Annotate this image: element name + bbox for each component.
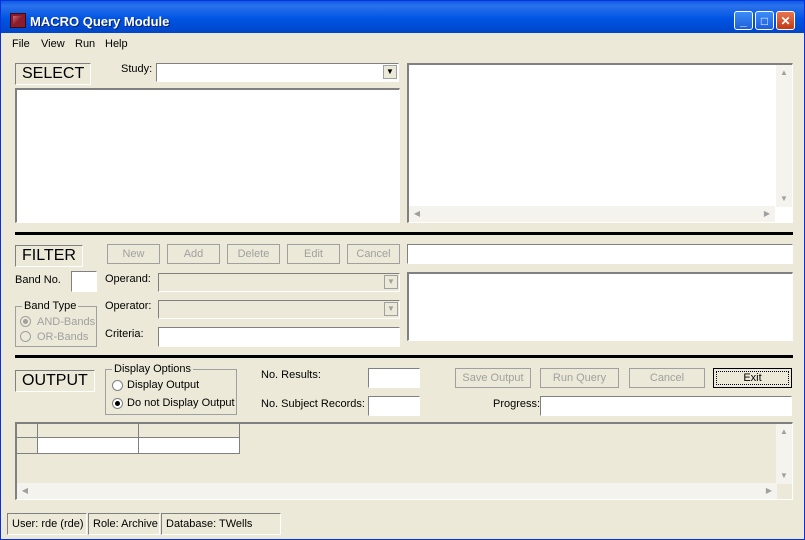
app-icon	[10, 13, 26, 28]
select-filter-divider	[15, 232, 793, 235]
maximize-icon: □	[760, 14, 769, 28]
minimize-button[interactable]: _	[734, 11, 753, 30]
no-subject-records-label: No. Subject Records:	[261, 398, 365, 410]
scroll-down-icon[interactable]: ▼	[776, 468, 792, 484]
output-section-label: OUTPUT	[15, 370, 95, 392]
criteria-label: Criteria:	[105, 328, 144, 340]
delete-band-button[interactable]: Delete	[227, 244, 280, 264]
cancel-band-button[interactable]: Cancel	[347, 244, 400, 264]
exit-button[interactable]: Exit	[713, 368, 792, 388]
operator-label: Operator:	[105, 300, 152, 312]
status-user: User: rde (rde)	[7, 513, 87, 535]
grid-horizontal-scrollbar[interactable]: ◀ ▶	[17, 483, 777, 499]
scroll-up-icon[interactable]: ▲	[776, 65, 792, 81]
operator-combo[interactable]: ▼	[158, 300, 400, 319]
menu-bar: File View Run Help	[1, 34, 804, 53]
progress-label: Progress:	[493, 398, 541, 410]
operand-label: Operand:	[105, 273, 151, 285]
menu-run[interactable]: Run	[75, 38, 95, 50]
close-button[interactable]: ✕	[776, 11, 795, 30]
chevron-down-icon[interactable]: ▼	[383, 65, 397, 79]
status-role: Role: Archive	[88, 513, 160, 535]
grid-header-cell[interactable]	[38, 424, 139, 438]
no-subject-records-field[interactable]	[368, 396, 420, 416]
display-options-title: Display Options	[112, 363, 194, 375]
study-items-list[interactable]	[15, 88, 400, 223]
grid-row-header[interactable]	[17, 438, 38, 454]
status-database: Database: TWells	[161, 513, 281, 535]
output-results-grid[interactable]: ▲ ▼ ◀ ▶	[15, 422, 793, 500]
filter-summary-field[interactable]	[407, 244, 793, 264]
scroll-down-icon[interactable]: ▼	[776, 191, 792, 207]
display-output-radio[interactable]	[112, 380, 123, 391]
criteria-input[interactable]	[158, 327, 400, 347]
maximize-button[interactable]: □	[755, 11, 774, 30]
add-band-button[interactable]: Add	[167, 244, 220, 264]
no-results-field[interactable]	[368, 368, 420, 388]
and-bands-radio[interactable]	[20, 316, 31, 327]
chevron-down-icon[interactable]: ▼	[384, 302, 398, 316]
display-output-label: Display Output	[127, 379, 200, 391]
or-bands-label: OR-Bands	[37, 331, 89, 343]
filter-output-divider	[15, 355, 793, 358]
band-no-input[interactable]	[71, 271, 97, 292]
select-section-label: SELECT	[15, 63, 92, 85]
vertical-scrollbar[interactable]: ▲ ▼	[776, 65, 792, 207]
query-module-window: MACRO Query Module _ □ ✕ File View Run H…	[0, 0, 805, 540]
window-title: MACRO Query Module	[30, 14, 170, 29]
menu-help[interactable]: Help	[105, 38, 128, 50]
filter-bands-list[interactable]	[407, 272, 793, 341]
or-bands-radio[interactable]	[20, 331, 31, 342]
scroll-up-icon[interactable]: ▲	[776, 424, 792, 440]
status-bar: User: rde (rde) Role: Archive Database: …	[1, 511, 804, 539]
new-band-button[interactable]: New	[107, 244, 160, 264]
study-combo[interactable]: ▼	[156, 63, 399, 82]
filter-section-label: FILTER	[15, 245, 83, 267]
scroll-left-icon[interactable]: ◀	[17, 483, 33, 499]
band-type-title: Band Type	[22, 300, 79, 312]
scroll-right-icon[interactable]: ▶	[759, 206, 775, 222]
run-query-button[interactable]: Run Query	[540, 368, 619, 388]
and-bands-label: AND-Bands	[37, 316, 96, 328]
operand-combo[interactable]: ▼	[158, 273, 400, 292]
grid-header-cell[interactable]	[139, 424, 240, 438]
menu-file[interactable]: File	[12, 38, 30, 50]
grid-cell[interactable]	[139, 438, 240, 454]
cancel-query-button[interactable]: Cancel	[629, 368, 705, 388]
progress-bar	[540, 396, 792, 416]
chevron-down-icon[interactable]: ▼	[384, 275, 398, 289]
title-bar[interactable]: MACRO Query Module _ □ ✕	[1, 1, 804, 33]
selected-fields-list[interactable]: ▲ ▼ ◀ ▶	[407, 63, 793, 223]
grid-vertical-scrollbar[interactable]: ▲ ▼	[776, 424, 792, 484]
no-results-label: No. Results:	[261, 369, 321, 381]
minimize-icon: _	[740, 14, 747, 28]
save-output-button[interactable]: Save Output	[455, 368, 531, 388]
do-not-display-output-radio[interactable]	[112, 398, 123, 409]
study-label: Study:	[121, 63, 153, 75]
edit-band-button[interactable]: Edit	[287, 244, 340, 264]
horizontal-scrollbar[interactable]: ◀ ▶	[409, 206, 775, 222]
menu-view[interactable]: View	[41, 38, 65, 50]
scroll-right-icon[interactable]: ▶	[761, 483, 777, 499]
grid-cell[interactable]	[38, 438, 139, 454]
scroll-left-icon[interactable]: ◀	[409, 206, 425, 222]
do-not-display-output-label: Do not Display Output	[127, 397, 235, 409]
close-icon: ✕	[780, 14, 791, 28]
band-no-label: Band No.	[15, 274, 61, 286]
grid-corner	[17, 424, 38, 438]
